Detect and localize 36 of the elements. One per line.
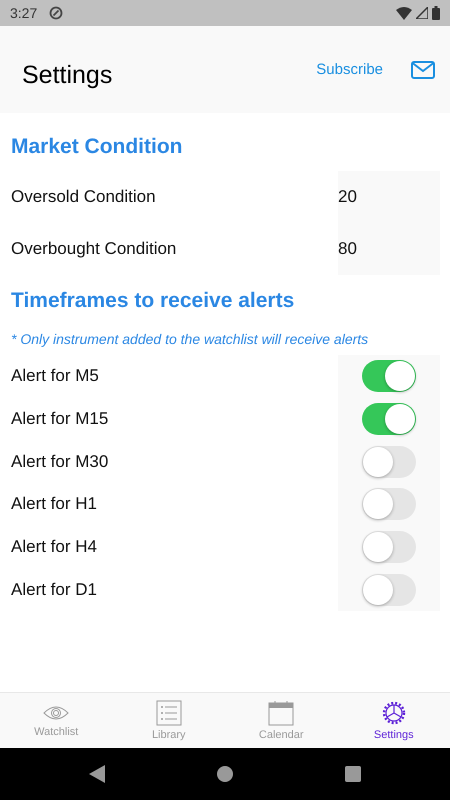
alert-label: Alert for M15 bbox=[11, 409, 108, 430]
toggle-switch[interactable] bbox=[362, 446, 416, 478]
signal-icon bbox=[416, 7, 428, 19]
settings-icon bbox=[380, 700, 407, 726]
alert-label: Alert for M5 bbox=[11, 366, 99, 386]
toggle-switch[interactable] bbox=[362, 531, 416, 564]
field-label: Oversold Condition bbox=[11, 187, 156, 207]
list-icon bbox=[156, 700, 182, 726]
tab[interactable]: Calendar bbox=[225, 693, 338, 748]
toggle-switch[interactable] bbox=[362, 488, 416, 520]
section-heading: Market Condition bbox=[10, 134, 184, 160]
home-icon[interactable] bbox=[217, 766, 233, 782]
alert-label: Alert for H1 bbox=[11, 494, 97, 514]
input-field[interactable]: 20 bbox=[338, 187, 378, 207]
status-time: 3:27 bbox=[10, 5, 38, 21]
tab[interactable]: Library bbox=[112, 693, 225, 748]
calendar-icon bbox=[268, 700, 294, 726]
input-field[interactable]: 80 bbox=[338, 239, 378, 259]
section-heading: Timeframes to receive alerts bbox=[10, 288, 296, 314]
back-icon[interactable] bbox=[89, 765, 105, 783]
alert-label: Alert for M30 bbox=[11, 452, 108, 472]
page-title: Settings bbox=[22, 61, 112, 90]
toggle-switch[interactable] bbox=[362, 403, 416, 436]
toggle-switch[interactable] bbox=[362, 574, 416, 606]
battery-icon bbox=[432, 6, 440, 20]
field-label: Overbought Condition bbox=[11, 239, 176, 259]
note-text: * Only instrument added to the watchlist will receive alerts bbox=[10, 330, 370, 349]
app-notification-icon bbox=[49, 6, 64, 20]
wifi-icon bbox=[396, 6, 412, 20]
toggle-switch[interactable] bbox=[362, 360, 416, 392]
subscribe-button[interactable]: Subscribe bbox=[316, 61, 383, 78]
alert-label: Alert for D1 bbox=[11, 580, 97, 600]
alert-label: Alert for H4 bbox=[11, 537, 97, 558]
mail-icon[interactable] bbox=[411, 60, 435, 78]
tab[interactable]: Watchlist bbox=[0, 693, 112, 748]
tab[interactable]: Settings bbox=[338, 693, 450, 748]
